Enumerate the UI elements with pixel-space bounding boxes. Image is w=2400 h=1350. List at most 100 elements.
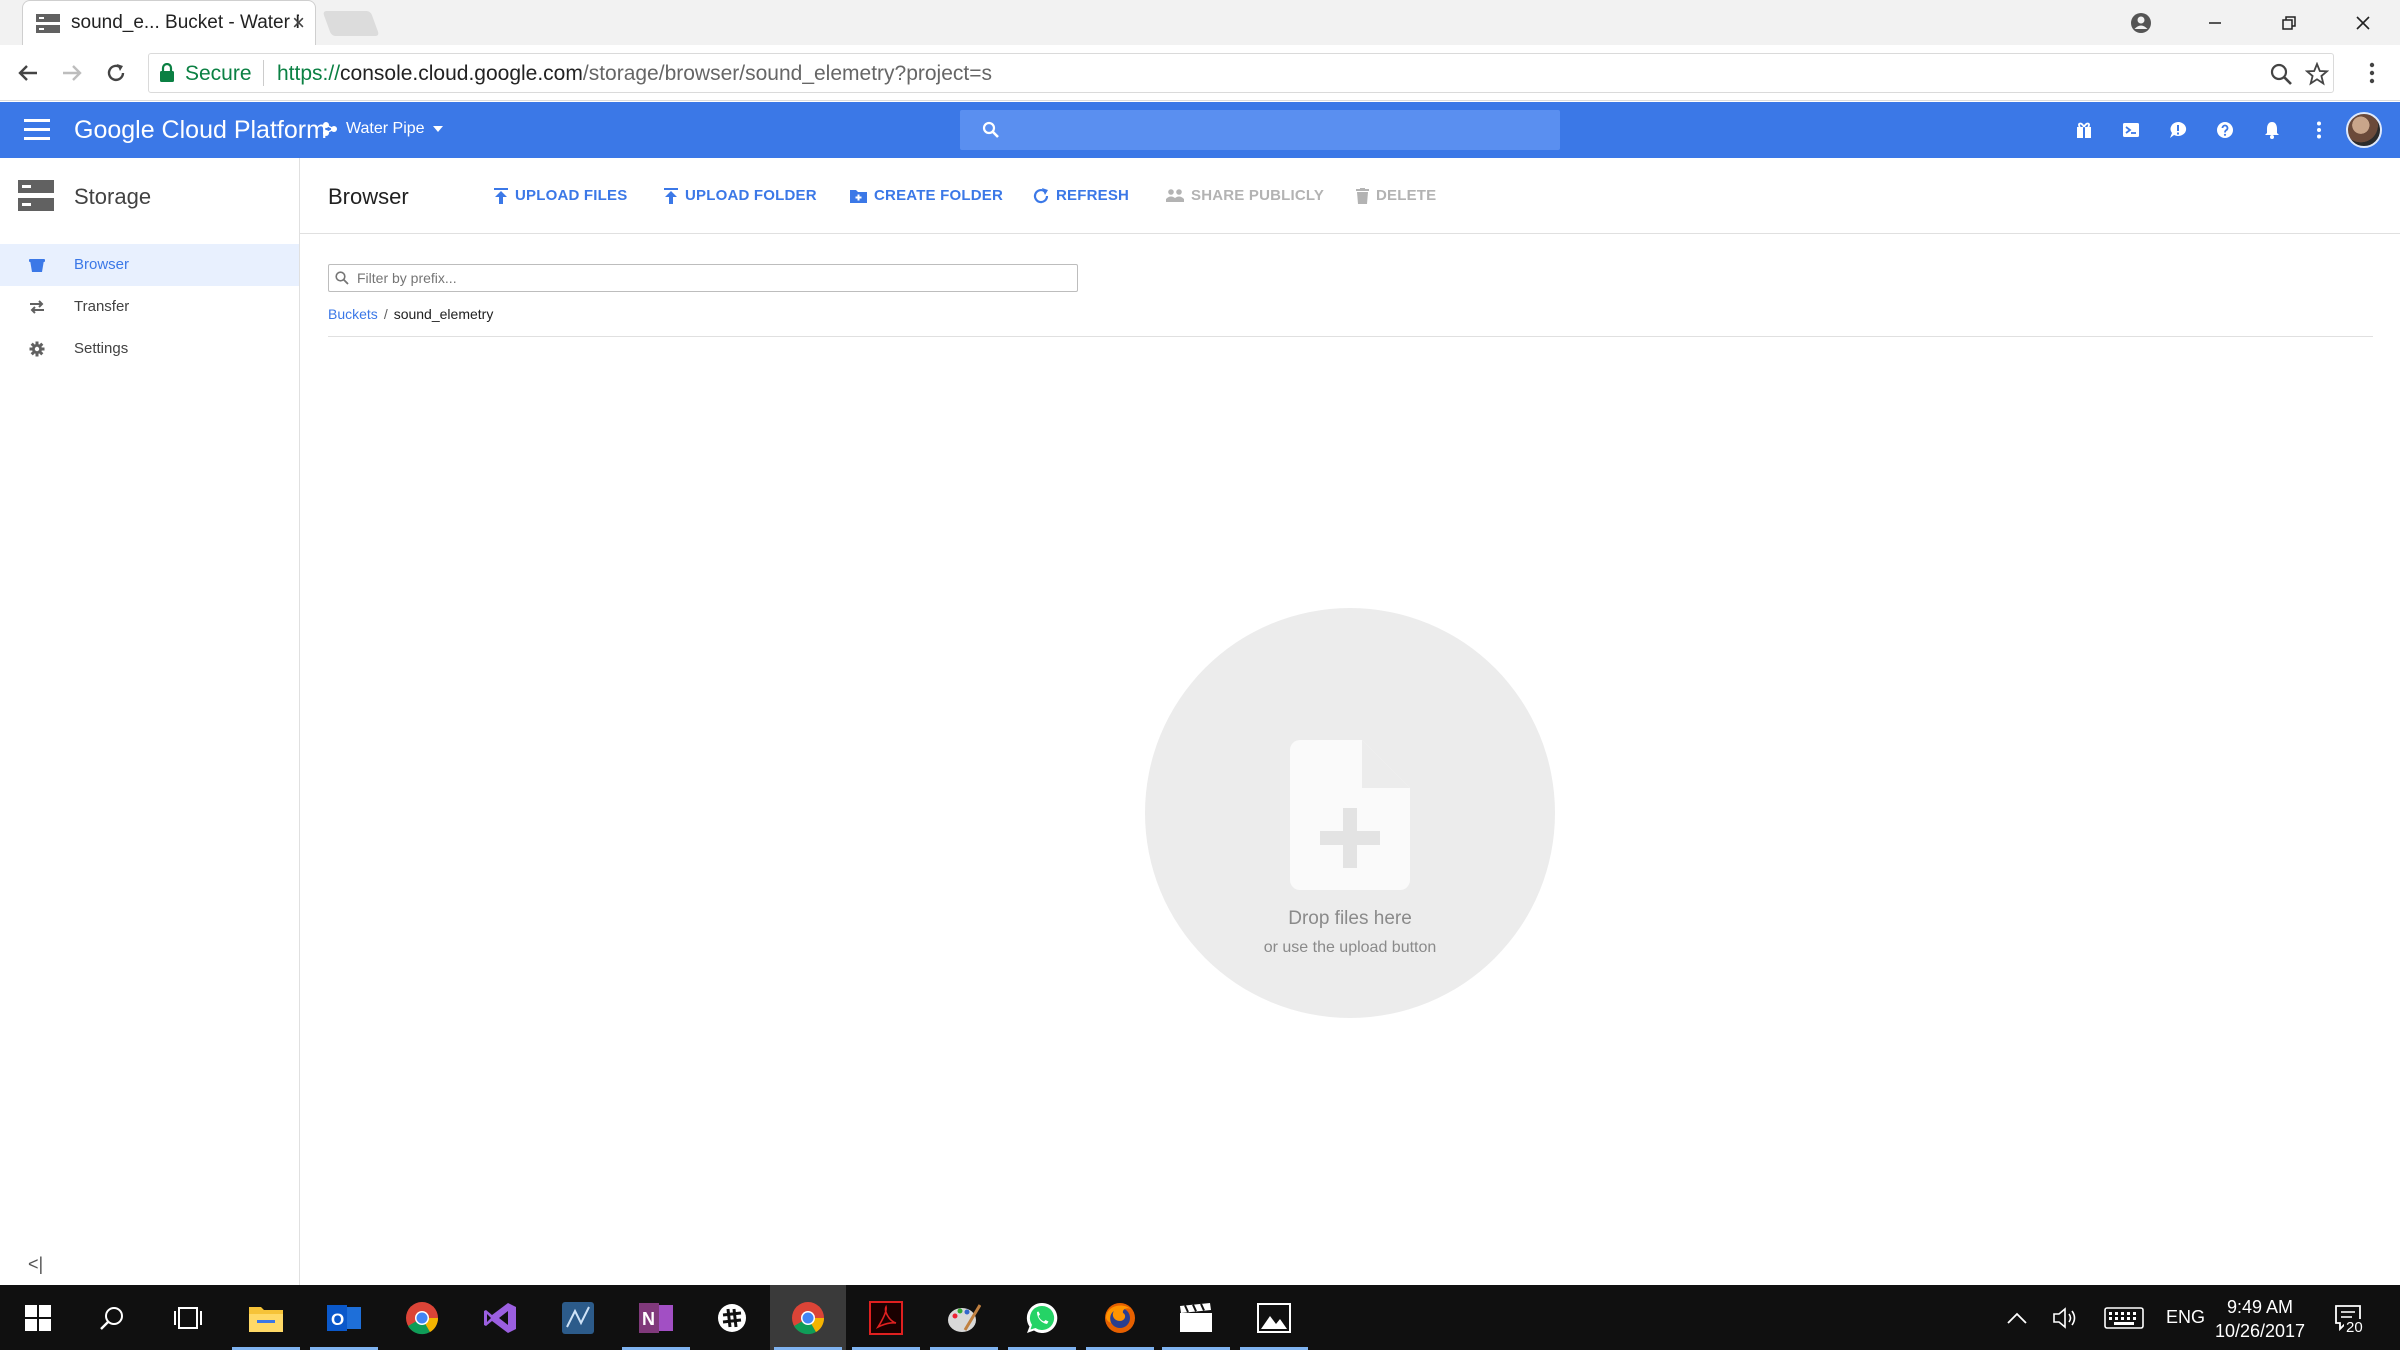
slack-icon[interactable] bbox=[694, 1285, 770, 1350]
collapse-sidebar-icon[interactable]: <| bbox=[28, 1254, 43, 1275]
search-icon bbox=[335, 271, 349, 285]
refresh-icon bbox=[1033, 187, 1049, 203]
delete-button[interactable]: DELETE bbox=[1356, 187, 1436, 204]
acrobat-icon[interactable] bbox=[848, 1285, 924, 1350]
address-bar[interactable]: Secure https://console.cloud.google.com/… bbox=[148, 53, 2334, 93]
back-button[interactable] bbox=[12, 57, 44, 89]
create-folder-button[interactable]: CREATE FOLDER bbox=[850, 187, 1003, 204]
minimize-button[interactable] bbox=[2180, 0, 2250, 45]
breadcrumb-current: sound_elemetry bbox=[393, 306, 494, 322]
breadcrumb-separator: / bbox=[383, 306, 388, 322]
sidebar-item-transfer[interactable]: Transfer bbox=[0, 286, 299, 328]
browser-tab[interactable]: sound_e... Bucket - Water Pipe × bbox=[22, 0, 316, 45]
storage-favicon-icon bbox=[36, 14, 60, 33]
sql-server-icon[interactable] bbox=[540, 1285, 616, 1350]
bookmark-star-icon[interactable] bbox=[2304, 61, 2330, 91]
gift-icon[interactable] bbox=[2072, 118, 2096, 142]
new-tab-button[interactable] bbox=[322, 11, 380, 36]
onenote-icon[interactable]: N bbox=[618, 1285, 694, 1350]
cloud-shell-icon[interactable] bbox=[2119, 118, 2143, 142]
close-window-button[interactable] bbox=[2328, 0, 2398, 45]
chrome-menu-icon[interactable] bbox=[2356, 57, 2388, 89]
bucket-icon bbox=[28, 256, 46, 274]
chevron-down-icon bbox=[432, 126, 443, 132]
create-folder-icon bbox=[850, 189, 867, 203]
sidebar-item-browser[interactable]: Browser bbox=[0, 244, 299, 286]
windows-start-icon[interactable] bbox=[0, 1285, 76, 1350]
action-center-icon[interactable]: 20 bbox=[2334, 1285, 2365, 1350]
restore-button[interactable] bbox=[2254, 0, 2324, 45]
help-icon[interactable] bbox=[2213, 118, 2237, 142]
windows-taskbar: O N ENG 9:49 AM 10/26/2017 20 bbox=[0, 1285, 2400, 1350]
clock-time: 9:49 AM bbox=[2226, 1297, 2294, 1317]
sidebar-item-settings[interactable]: Settings bbox=[0, 328, 299, 370]
sidebar-title: Storage bbox=[74, 184, 152, 209]
search-input[interactable] bbox=[960, 110, 1560, 150]
sidebar-item-label: Settings bbox=[74, 340, 129, 357]
system-clock[interactable]: 9:49 AM 10/26/2017 bbox=[2200, 1295, 2320, 1343]
video-editor-icon[interactable] bbox=[1158, 1285, 1234, 1350]
svg-text:O: O bbox=[331, 1310, 344, 1329]
file-drop-zone[interactable]: Drop files here or use the upload button bbox=[1145, 608, 1555, 1018]
drop-files-subtitle: or use the upload button bbox=[1263, 939, 1437, 956]
task-view-icon[interactable] bbox=[150, 1285, 226, 1350]
people-icon bbox=[1166, 189, 1184, 202]
chrome-active-icon[interactable] bbox=[770, 1285, 846, 1350]
drop-files-title: Drop files here bbox=[1288, 908, 1412, 929]
zoom-icon[interactable] bbox=[2269, 62, 2293, 91]
chrome-icon[interactable] bbox=[384, 1285, 460, 1350]
photos-icon[interactable] bbox=[1236, 1285, 1312, 1350]
feedback-icon[interactable] bbox=[2166, 118, 2190, 142]
more-options-icon[interactable] bbox=[2307, 118, 2331, 142]
omnibox-divider bbox=[263, 60, 264, 86]
notifications-bell-icon[interactable] bbox=[2260, 118, 2284, 142]
storage-icon bbox=[18, 180, 54, 211]
volume-icon[interactable] bbox=[2052, 1285, 2080, 1350]
divider bbox=[328, 336, 2373, 337]
whatsapp-icon[interactable] bbox=[1004, 1285, 1080, 1350]
avatar[interactable] bbox=[2346, 112, 2382, 148]
profile-icon[interactable] bbox=[2106, 0, 2176, 45]
page-title: Browser bbox=[328, 184, 409, 209]
url-text[interactable]: https://console.cloud.google.com/storage… bbox=[277, 62, 992, 86]
url-host: console.cloud.google.com bbox=[340, 62, 583, 85]
search-icon[interactable] bbox=[74, 1285, 150, 1350]
main-content: Browser UPLOAD FILES UPLOAD FOLDER CREAT… bbox=[300, 158, 2400, 1285]
url-path: /storage/browser/sound_elemetry?project=… bbox=[582, 62, 992, 85]
browser-tab-strip: sound_e... Bucket - Water Pipe × bbox=[0, 0, 2400, 45]
upload-icon bbox=[664, 187, 678, 204]
file-explorer-icon[interactable] bbox=[228, 1285, 304, 1350]
forward-button[interactable] bbox=[56, 57, 88, 89]
project-name: Water Pipe bbox=[346, 120, 425, 137]
filter-field bbox=[328, 264, 1078, 292]
breadcrumb: Buckets / sound_elemetry bbox=[328, 306, 493, 322]
filter-prefix-input[interactable] bbox=[357, 268, 1057, 288]
lock-icon bbox=[160, 63, 174, 82]
breadcrumb-buckets-link[interactable]: Buckets bbox=[328, 306, 378, 322]
action-toolbar: Browser UPLOAD FILES UPLOAD FOLDER CREAT… bbox=[300, 158, 2400, 234]
reload-button[interactable] bbox=[100, 57, 132, 89]
refresh-button[interactable]: REFRESH bbox=[1033, 187, 1129, 204]
visual-studio-icon[interactable] bbox=[462, 1285, 538, 1350]
paint-icon[interactable] bbox=[926, 1285, 1002, 1350]
outlook-icon[interactable]: O bbox=[306, 1285, 382, 1350]
tab-close-icon[interactable]: × bbox=[292, 10, 305, 36]
trash-icon bbox=[1356, 187, 1369, 204]
gear-icon bbox=[28, 340, 46, 358]
sidebar: Storage Browser Transfer Settings <| bbox=[0, 158, 300, 1285]
firefox-icon[interactable] bbox=[1082, 1285, 1158, 1350]
upload-files-button[interactable]: UPLOAD FILES bbox=[494, 187, 627, 204]
transfer-icon bbox=[28, 298, 46, 316]
gcp-brand[interactable]: Google Cloud Platform bbox=[74, 116, 327, 145]
touch-keyboard-icon[interactable] bbox=[2104, 1285, 2144, 1350]
gcp-header: Google Cloud Platform Water Pipe bbox=[0, 102, 2400, 158]
hamburger-menu-icon[interactable] bbox=[24, 119, 50, 141]
share-publicly-button[interactable]: SHARE PUBLICLY bbox=[1166, 187, 1324, 204]
sidebar-header: Storage bbox=[0, 158, 300, 234]
upload-folder-button[interactable]: UPLOAD FOLDER bbox=[664, 187, 817, 204]
notification-count-badge: 20 bbox=[2344, 1319, 2365, 1336]
project-selector[interactable]: Water Pipe bbox=[322, 120, 443, 138]
upload-icon bbox=[494, 187, 508, 204]
show-hidden-icons-icon[interactable] bbox=[2006, 1285, 2028, 1350]
sidebar-item-label: Browser bbox=[74, 256, 130, 273]
